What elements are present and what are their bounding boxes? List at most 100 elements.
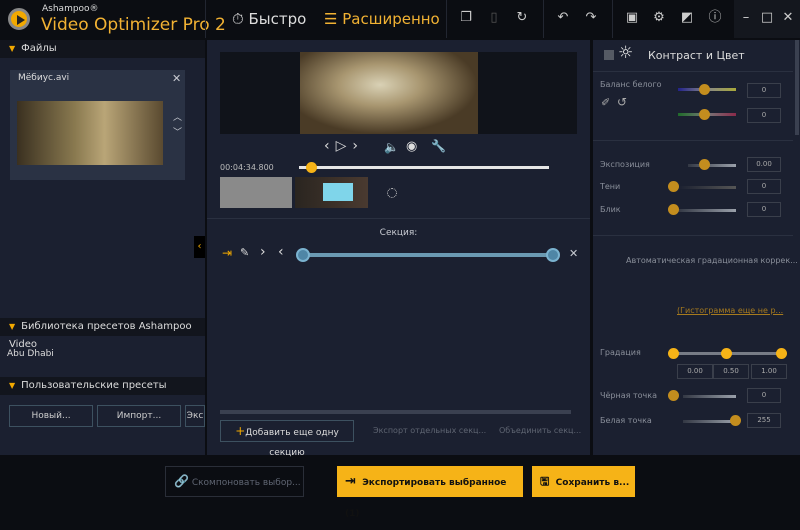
wrench-icon[interactable]: 🔧 (431, 139, 446, 153)
horizontal-scrollbar[interactable] (220, 410, 571, 414)
move-up-icon[interactable]: ︿ (173, 110, 182, 123)
highlights-field[interactable]: 0 (747, 202, 781, 217)
section-start-handle[interactable] (296, 248, 310, 262)
gradation-mid-field[interactable]: 0.50 (713, 364, 749, 379)
shadows-field[interactable]: 0 (747, 179, 781, 194)
center-panel: ‹▷› 🔈 ◉ 🔧 00:04:34.800 Секция: ⇥ ✎ › ‹ ✕… (207, 40, 590, 458)
sun-icon: ☼ (618, 43, 634, 63)
histogram-link[interactable]: (Гистограмма еще не р... (677, 306, 783, 315)
move-down-icon[interactable]: ﹀ (173, 125, 182, 138)
slider-handle[interactable] (668, 181, 679, 192)
slider-handle[interactable] (668, 204, 679, 215)
tab-advanced[interactable]: ☰ Расширенно (324, 10, 440, 28)
preset-item[interactable]: Abu Dhabi (7, 349, 54, 359)
file-thumbnail (17, 101, 163, 165)
timeline-thumb[interactable] (295, 177, 368, 208)
section-end-handle[interactable] (546, 248, 560, 262)
black-point-slider[interactable] (683, 395, 736, 398)
minimize-icon[interactable]: – (738, 10, 754, 26)
slider-handle[interactable] (699, 84, 710, 95)
remove-file-icon[interactable]: ✕ (172, 72, 181, 85)
import-preset-button[interactable]: Импорт... (97, 405, 181, 427)
right-panel: ☼ Контраст и Цвет Баланс белого ✐ ↺ 0 0 … (593, 40, 800, 455)
link-icon: 🔗 (174, 474, 189, 488)
pencil-icon[interactable]: ✎ (240, 246, 249, 259)
eyedropper-icon[interactable]: ✐ (601, 96, 610, 109)
volume-icon[interactable]: 🔈 (384, 140, 399, 154)
library-header[interactable]: ▼ Библиотека пресетов Ashampoo Video (0, 318, 205, 350)
new-preset-button[interactable]: Новый... (9, 405, 93, 427)
slider-handle[interactable] (699, 109, 710, 120)
undo-icon[interactable]: ↶ (555, 10, 571, 26)
slider-handle[interactable] (699, 159, 710, 170)
slider-handle[interactable] (668, 348, 679, 359)
vertical-scrollbar[interactable] (795, 40, 799, 135)
reset-wb-icon[interactable]: ↺ (617, 95, 627, 109)
save-to-button[interactable]: 🖫 Сохранить в... (532, 466, 635, 497)
highlights-slider[interactable] (678, 209, 736, 212)
collapse-panel-button[interactable]: ‹ (194, 236, 205, 258)
remove-section-icon[interactable]: ✕ (569, 247, 578, 260)
seek-handle[interactable] (306, 162, 317, 173)
play-icon[interactable]: ▷ (336, 138, 353, 154)
enable-checkbox[interactable] (604, 50, 614, 60)
stopwatch-icon: ⏱ (232, 10, 244, 28)
white-point-slider[interactable] (683, 420, 736, 423)
merge-sections-button[interactable]: Объединить секц... (499, 426, 581, 435)
timecode: 00:04:34.800 (220, 163, 274, 172)
export-selected-button[interactable]: ⇥ Экспортировать выбранное (1) (337, 466, 523, 519)
app-logo-icon (8, 8, 30, 30)
exposure-slider[interactable] (688, 164, 736, 167)
video-frame (300, 52, 478, 134)
copy-icon[interactable]: ❐ (458, 10, 474, 26)
feedback-icon[interactable]: ▣ (624, 10, 640, 26)
slider-handle[interactable] (730, 415, 741, 426)
wb1-field[interactable]: 0 (747, 83, 781, 98)
black-point-field[interactable]: 0 (747, 388, 781, 403)
highlights-label: Блик (600, 205, 621, 214)
next-frame-icon[interactable]: › (352, 138, 364, 154)
timeline-thumb[interactable] (220, 177, 292, 208)
close-icon[interactable]: ✕ (780, 10, 796, 26)
compose-button[interactable]: 🔗 Скомпоновать выбор... (165, 466, 304, 497)
gradation-high-field[interactable]: 1.00 (751, 364, 787, 379)
plus-icon: + (235, 424, 246, 438)
slider-handle[interactable] (668, 390, 679, 401)
export-preset-button[interactable]: Экс (185, 405, 205, 427)
slider-handle[interactable] (776, 348, 787, 359)
gear-icon[interactable]: ⚙ (651, 10, 667, 26)
panel-title: Контраст и Цвет (648, 49, 745, 62)
shadows-slider[interactable] (678, 186, 736, 189)
file-card[interactable]: Мёбиус.avi ✕ ︿ ﹀ (10, 70, 185, 180)
white-point-label: Белая точка (600, 416, 652, 425)
add-section-button[interactable]: +Добавить еще одну секцию (220, 420, 354, 458)
exposure-field[interactable]: 0.00 (747, 157, 781, 172)
save-icon: 🖫 (540, 475, 550, 488)
auto-gradation-button[interactable]: Автоматическая градационная коррек... (626, 256, 798, 265)
slider-handle[interactable] (721, 348, 732, 359)
section-range[interactable] (302, 253, 554, 257)
shadows-label: Тени (600, 182, 621, 191)
files-header[interactable]: ▼ Файлы (0, 40, 205, 58)
chevron-right-icon[interactable]: › (260, 244, 266, 260)
seek-bar[interactable] (299, 166, 549, 169)
black-point-label: Чёрная точка (600, 391, 657, 400)
export-icon: ⇥ (345, 474, 356, 489)
chevron-left-icon[interactable]: ‹ (278, 244, 284, 260)
export-section-icon[interactable]: ⇥ (222, 246, 232, 260)
gradation-low-field[interactable]: 0.00 (677, 364, 713, 379)
eye-icon[interactable]: ◉ (406, 139, 417, 154)
paste-icon[interactable]: ▯ (486, 10, 502, 26)
user-presets-header[interactable]: ▼ Пользовательские пресеты (0, 377, 205, 395)
tab-quick[interactable]: ⏱ Быстро (232, 10, 306, 28)
export-sections-button[interactable]: Экспорт отдельных секц... (373, 426, 486, 435)
white-point-field[interactable]: 255 (747, 413, 781, 428)
theme-icon[interactable]: ◩ (679, 10, 695, 26)
prev-frame-icon[interactable]: ‹ (324, 138, 336, 154)
info-icon[interactable]: ⓘ (707, 10, 723, 26)
maximize-icon[interactable]: □ (759, 10, 775, 26)
wb2-field[interactable]: 0 (747, 108, 781, 123)
reset-icon[interactable]: ↻ (514, 10, 530, 26)
redo-icon[interactable]: ↷ (583, 10, 599, 26)
exposure-label: Экспозиция (600, 160, 650, 169)
